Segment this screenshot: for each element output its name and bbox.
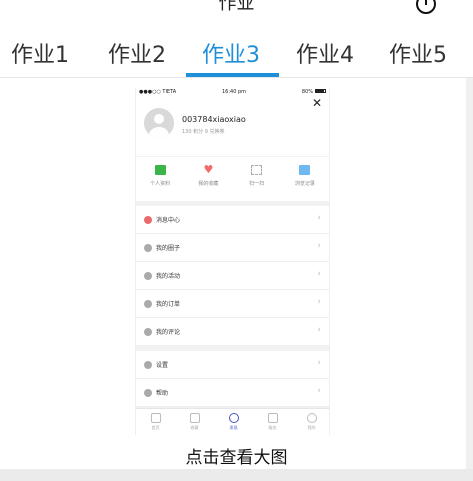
quick-action-label: 个人资料	[150, 181, 171, 187]
page-title: 作业	[218, 0, 255, 14]
username: 003784xiaoxiao	[182, 115, 246, 124]
user-icon	[306, 413, 317, 423]
chevron-right-icon: ›	[317, 269, 321, 279]
tab-homework-5[interactable]: 作业5	[389, 37, 447, 69]
quick-actions: 个人资料 ♥ 我的收藏 扫一扫 浏览记录	[136, 156, 329, 201]
quick-action-history[interactable]: 浏览记录	[281, 157, 329, 201]
menu-item-orders[interactable]: 我的订单 ›	[136, 290, 329, 318]
avatar	[144, 108, 174, 138]
menu-item-activities[interactable]: 我的活动 ›	[136, 262, 329, 290]
menu-item-label: 我的圈子	[156, 245, 181, 252]
flag-icon	[144, 272, 152, 280]
status-bar: ●●●○○ TIETA 16:40 pm 80%	[136, 88, 329, 96]
phone-tab-home[interactable]: 首页	[136, 409, 175, 435]
phone-tab-discover[interactable]: 发现	[214, 409, 253, 435]
view-larger-image-link[interactable]: 点击查看大图	[0, 443, 473, 468]
scan-icon	[251, 165, 263, 175]
heart-icon: ♥	[203, 163, 214, 176]
menu-item-circles[interactable]: 我的圈子 ›	[136, 234, 329, 262]
menu-list: 消息中心 › 我的圈子 › 我的活动 › 我的订单 › 我的评论 ›	[136, 206, 329, 346]
star-icon	[189, 413, 200, 423]
menu-item-settings[interactable]: 设置 ›	[136, 351, 329, 379]
phone-tab-label: 首页	[151, 425, 160, 430]
menu-item-messages[interactable]: 消息中心 ›	[136, 206, 329, 234]
grid-icon	[267, 413, 278, 423]
chevron-right-icon: ›	[317, 213, 321, 223]
phone-tab-label: 服务	[268, 425, 277, 430]
quick-action-scan[interactable]: 扫一扫	[233, 157, 281, 201]
quick-action-favorites[interactable]: ♥ 我的收藏	[184, 157, 232, 201]
phone-screenshot[interactable]: ●●●○○ TIETA 16:40 pm 80% ✕ 003784xiaoxia…	[135, 88, 330, 435]
phone-tab-mine[interactable]: 我的	[292, 409, 329, 435]
profile-card: ✕ 003784xiaoxiao 130 积分 9 兑换券	[136, 96, 329, 156]
status-time: 16:40 pm	[222, 89, 247, 95]
phone-tab-label: 我的	[307, 425, 316, 430]
chevron-right-icon: ›	[317, 386, 321, 396]
settings-list: 设置 › 帮助 ›	[136, 351, 329, 407]
menu-item-label: 消息中心	[156, 217, 181, 224]
battery-icon	[315, 89, 326, 93]
compass-icon	[228, 413, 239, 423]
close-icon[interactable]: ✕	[312, 96, 322, 110]
gear-icon	[144, 361, 152, 369]
quick-action-profile[interactable]: 个人资料	[136, 157, 184, 201]
tab-homework-3[interactable]: 作业3	[202, 37, 260, 69]
quick-action-label: 扫一扫	[249, 181, 265, 187]
battery-percent: 80%	[301, 89, 313, 95]
calendar-icon	[299, 165, 311, 175]
menu-item-label: 我的活动	[156, 273, 181, 280]
quick-action-label: 我的收藏	[198, 181, 219, 187]
chevron-right-icon: ›	[317, 241, 321, 251]
carrier-text: ●●●○○ TIETA	[139, 89, 177, 95]
chat-icon	[144, 244, 152, 252]
tab-homework-1[interactable]: 作业1	[11, 37, 69, 69]
menu-item-help[interactable]: 帮助 ›	[136, 379, 329, 407]
phone-tab-favorites[interactable]: 收藏	[175, 409, 214, 435]
page: 作业 作业1 作业2 作业3 作业4 作业5 ●●●○○ TIETA 16:40…	[0, 0, 473, 481]
points-text: 130 积分 9 兑换券	[182, 129, 225, 135]
menu-item-label: 帮助	[156, 390, 169, 397]
menu-item-comments[interactable]: 我的评论 ›	[136, 318, 329, 346]
menu-item-label: 我的评论	[156, 329, 181, 336]
tab-homework-2[interactable]: 作业2	[108, 37, 166, 69]
message-icon	[144, 216, 152, 224]
menu-item-label: 我的订单	[156, 301, 181, 308]
quick-action-label: 浏览记录	[294, 181, 315, 187]
phone-tab-label: 发现	[229, 425, 238, 430]
help-icon	[144, 389, 152, 397]
comment-icon	[144, 328, 152, 336]
scrollbar[interactable]	[466, 78, 473, 481]
phone-tab-services[interactable]: 服务	[253, 409, 292, 435]
bottom-divider	[0, 469, 473, 481]
menu-item-label: 设置	[156, 362, 169, 369]
chevron-right-icon: ›	[317, 297, 321, 307]
chevron-right-icon: ›	[317, 325, 321, 335]
order-icon	[144, 300, 152, 308]
chevron-right-icon: ›	[317, 358, 321, 368]
phone-tab-label: 收藏	[190, 425, 199, 430]
person-card-icon	[154, 165, 166, 175]
home-icon	[150, 413, 161, 423]
tab-homework-4[interactable]: 作业4	[296, 37, 354, 69]
tab-bar: 作业1 作业2 作业3 作业4 作业5	[0, 28, 473, 78]
active-tab-indicator	[186, 73, 279, 77]
phone-tab-bar: 首页 收藏 发现 服务 我的	[136, 408, 329, 435]
